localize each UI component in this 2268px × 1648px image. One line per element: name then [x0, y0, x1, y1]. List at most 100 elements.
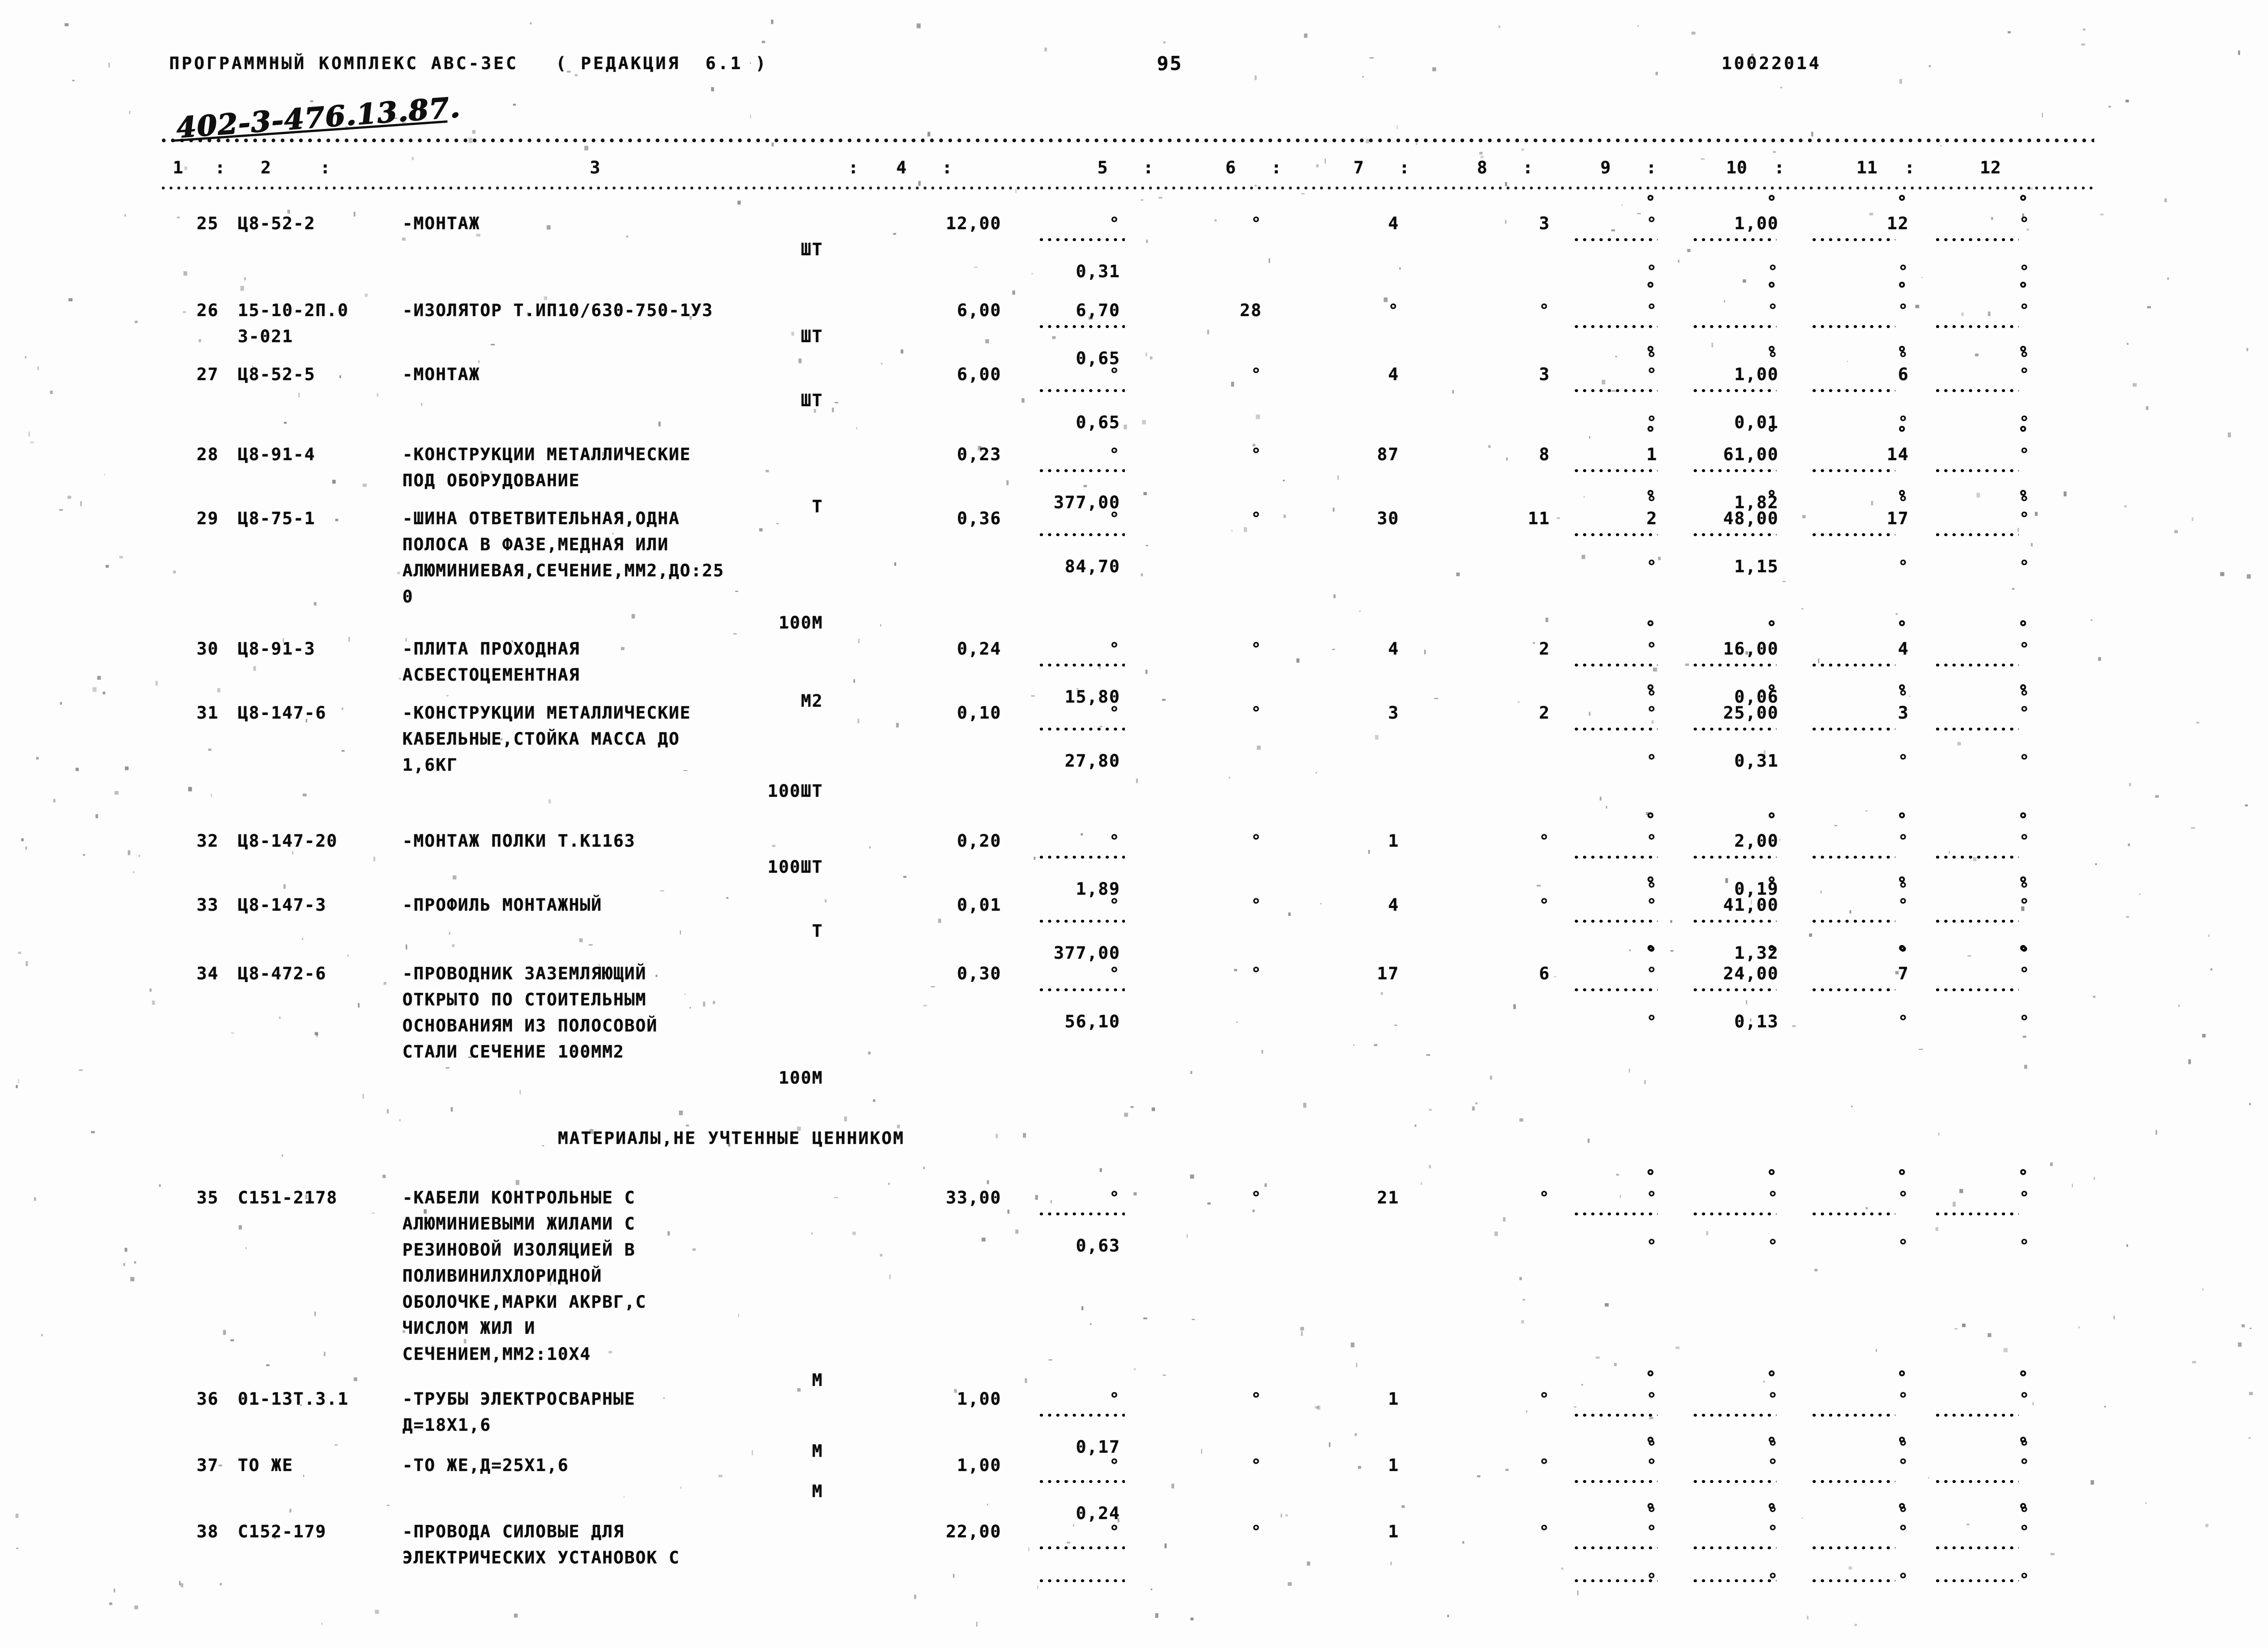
cell-col7: 4 [1388, 214, 1399, 233]
resource-description-line: АЛЮМИНИЕВАЯ,СЕЧЕНИЕ,ММ2,ДО:25 [402, 561, 725, 580]
column-dash-separator [1811, 854, 1895, 860]
empty-cell-marker [1769, 1169, 1775, 1175]
column-dash-separator [1811, 1412, 1895, 1418]
empty-cell-marker [2020, 195, 2026, 201]
empty-cell-marker [1769, 195, 1775, 201]
column-dash-separator [1573, 726, 1658, 732]
column-dash-separator [1692, 468, 1776, 473]
resource-description-line: -ТО ЖЕ,Д=25Х1,6 [402, 1455, 569, 1475]
cell-col5-top: ° [1109, 831, 1120, 851]
row-index: 37 [197, 1455, 219, 1475]
cell-col12-bottom: ° [2019, 1012, 2030, 1031]
cell-col10-bottom: ° [1767, 262, 1779, 281]
cell-col8: 2 [1539, 703, 1550, 723]
cell-col11: ° [1898, 1188, 1909, 1208]
empty-cell-marker [1899, 195, 1905, 201]
cell-col8: ° [1539, 831, 1550, 851]
cell-col5-bottom: 27,80 [1064, 751, 1120, 771]
column-dash-separator [1811, 662, 1895, 668]
column-dash-separator [1811, 1545, 1895, 1551]
empty-cell-marker [2020, 812, 2026, 818]
column-dash-separator [1692, 324, 1776, 329]
cell-col8: ° [1539, 1522, 1550, 1541]
column-dash-separator [1038, 324, 1125, 329]
empty-cell-marker [1899, 1370, 1905, 1376]
empty-cell-marker [1769, 945, 1775, 951]
cell-col5-bottom: 84,70 [1064, 557, 1120, 576]
cell-col9: ° [1646, 214, 1658, 233]
cell-col7: 1 [1388, 1522, 1399, 1541]
cell-col12: ° [2019, 509, 2030, 528]
cell-col10: 24,00 [1723, 964, 1779, 983]
empty-cell-marker [1648, 1370, 1653, 1376]
cell-col11-bottom: ° [1898, 262, 1909, 281]
empty-cell-marker [2020, 620, 2026, 626]
empty-cell-marker [1648, 1503, 1653, 1509]
cell-col11: ° [1898, 1389, 1909, 1409]
cell-col12: ° [2019, 895, 2030, 915]
unit-of-measure: 100М [778, 1068, 823, 1088]
column-dash-separator [1692, 918, 1776, 924]
column-dash-separator [1573, 324, 1658, 329]
column-dash-separator [1934, 1545, 2019, 1551]
column-header-separator: : [1399, 158, 1410, 177]
column-header-3: 3 [590, 158, 601, 177]
cell-col5-top: ° [1109, 1522, 1120, 1541]
empty-cell-marker [1769, 346, 1775, 352]
cell-col8: ° [1539, 1389, 1550, 1409]
cell-col8: ° [1539, 1455, 1550, 1475]
row-index: 27 [197, 365, 219, 384]
resource-description-line: -КАБЕЛИ КОНТРОЛЬНЫЕ С [402, 1188, 636, 1208]
resource-description-line: КАБЕЛЬНЫЕ,СТОЙКА МАССА ДО [402, 729, 680, 749]
column-dash-separator [1934, 1211, 2019, 1217]
cell-col7: 1 [1388, 1389, 1399, 1409]
cell-col10: ° [1767, 1389, 1779, 1409]
column-dash-separator [1692, 1479, 1776, 1484]
row-index: 29 [197, 509, 219, 528]
cell-col8: 3 [1539, 214, 1550, 233]
cell-col6: ° [1251, 509, 1262, 528]
cell-col12: ° [2019, 214, 2030, 233]
cell-col8: ° [1539, 301, 1550, 320]
resource-description-line: ПОЛИВИНИЛХЛОРИДНОЙ [402, 1266, 602, 1286]
cell-col4-quantity: 0,01 [957, 895, 1001, 915]
empty-cell-marker [1899, 620, 1905, 626]
empty-cell-marker [1899, 426, 1905, 432]
empty-cell-marker [1899, 945, 1905, 951]
column-dash-separator [1038, 1211, 1125, 1217]
column-header-separator: : [942, 158, 953, 177]
empty-cell-marker [1899, 1437, 1905, 1443]
resource-description-line: 1,6КГ [402, 755, 458, 775]
column-dash-separator [1934, 237, 2019, 242]
cell-col11-bottom: ° [1898, 1236, 1909, 1256]
resource-description-line: СЕЧЕНИЕМ,ММ2:10Х4 [402, 1344, 591, 1364]
cell-col12: ° [2019, 1455, 2030, 1475]
cell-col12: ° [2019, 703, 2030, 723]
cell-col11: 6 [1898, 365, 1909, 384]
column-header-separator: : [1271, 158, 1282, 177]
cell-col7: 21 [1377, 1188, 1399, 1208]
column-dash-separator [1573, 987, 1658, 993]
empty-cell-marker [1648, 684, 1653, 690]
cell-col4-quantity: 1,00 [957, 1389, 1001, 1409]
column-dash-separator [1692, 1578, 1776, 1584]
cell-col4-quantity: 6,00 [957, 301, 1001, 320]
column-dash-separator [1692, 532, 1776, 537]
cell-col11-bottom: ° [1898, 557, 1909, 576]
cell-col4-quantity: 12,00 [946, 214, 1001, 233]
cell-col12: ° [2019, 1188, 2030, 1208]
cell-col5-top: ° [1109, 639, 1120, 659]
column-dash-separator [1038, 726, 1125, 732]
row-index: 32 [197, 831, 219, 851]
cell-col5-bottom: 56,10 [1064, 1012, 1120, 1031]
cell-col7: 17 [1377, 964, 1399, 983]
resource-description-line: -ИЗОЛЯТОР Т.ИП10/630-750-1У3 [402, 301, 713, 320]
resource-description-line: СТАЛИ СЕЧЕНИЕ 100ММ2 [402, 1042, 625, 1062]
column-dash-separator [1811, 468, 1895, 473]
empty-cell-marker [2020, 876, 2026, 882]
cell-col9: ° [1646, 964, 1658, 983]
resource-code: Ц8-75-1 [238, 509, 316, 528]
cell-col6: ° [1251, 1455, 1262, 1475]
resource-description-line: -ПРОВОДНИК ЗАЗЕМЛЯЮЩИЙ [402, 964, 647, 983]
empty-cell-marker [1769, 282, 1775, 288]
